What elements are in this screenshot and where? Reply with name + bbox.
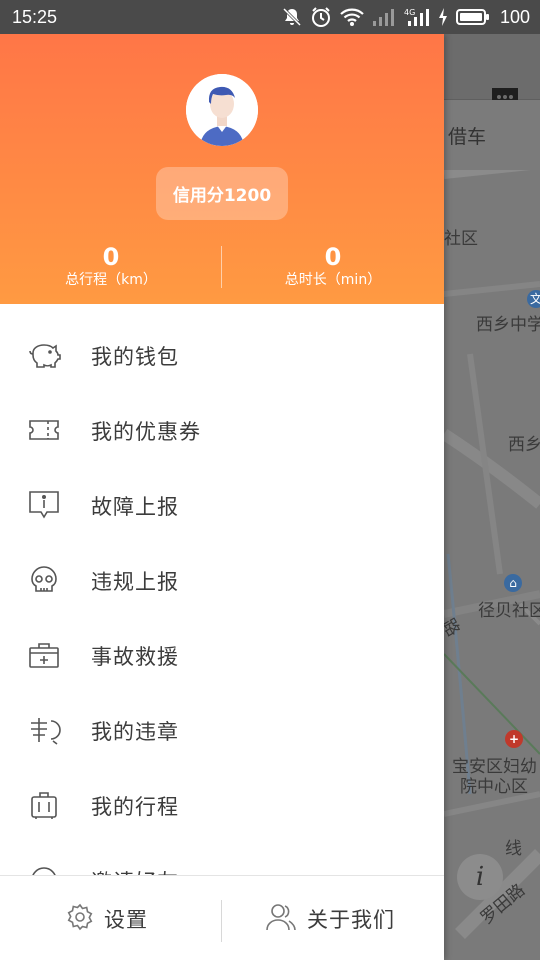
credit-score-button[interactable]: 信用分1200 [156,167,288,220]
about-us-button[interactable]: 关于我们 [265,876,395,960]
svg-text:4G: 4G [404,8,415,17]
stat-total-duration: 0 总时长（min） [222,244,444,289]
violation-icon [27,713,61,747]
search-hint: 借车 [448,126,487,148]
menu-label-violation-report: 违规上报 [91,570,179,594]
charging-icon [438,8,448,26]
menu-item-accident-rescue[interactable]: 事故救援 [0,617,444,692]
settings-label: 设置 [104,907,148,932]
map-search-bar[interactable]: 借车 [444,100,540,170]
drawer-footer: 设置 关于我们 [0,875,444,960]
status-bar: 15:25 4G 100 [0,0,540,34]
drawer-menu: 我的钱包 我的优惠券 故障上报 违规上报 事故救援 我的违章 我的行程 [0,317,444,917]
alarm-icon [310,6,332,28]
menu-item-fault-report[interactable]: 故障上报 [0,467,444,542]
community-marker-icon: ⌂ [504,574,522,592]
drawer-header: 信用分1200 0 总行程（km） 0 总时长（min） [0,34,444,304]
navigation-drawer: 信用分1200 0 总行程（km） 0 总时长（min） 我的钱包 我的优惠券 … [0,34,444,960]
menu-item-my-violations[interactable]: 我的违章 [0,692,444,767]
skull-icon [27,563,61,597]
footer-divider [221,900,222,942]
map-label-hospital-2: 院中心区 [460,777,528,797]
credit-score-label: 信用分1200 [172,186,272,206]
battery-icon [455,8,490,26]
map-label-community: 社区 [444,229,478,249]
people-icon [265,902,297,936]
gear-icon [66,903,94,935]
menu-item-my-trips[interactable]: 我的行程 [0,767,444,842]
map-label-xixiang: 西乡 [508,435,540,455]
menu-item-violation-report[interactable]: 违规上报 [0,542,444,617]
menu-item-coupons[interactable]: 我的优惠券 [0,392,444,467]
menu-label-coupons: 我的优惠券 [91,420,201,444]
map-label-school: 西乡中学 [476,315,540,335]
wifi-icon [340,7,364,27]
stat-duration-value: 0 [324,243,342,271]
status-time: 15:25 [12,6,58,27]
signal-weak-icon [372,7,396,27]
settings-button[interactable]: 设置 [66,876,148,960]
coupon-ticket-icon [27,413,61,447]
battery-percent: 100 [499,6,530,27]
menu-label-my-trips: 我的行程 [91,795,179,819]
menu-item-wallet[interactable]: 我的钱包 [0,317,444,392]
stat-duration-label: 总时长（min） [284,272,382,288]
school-marker-icon: 文 [527,290,540,308]
stat-total-distance: 0 总行程（km） [0,244,222,289]
map-label-jingbei: 径贝社区 [478,601,540,621]
piggy-bank-icon [27,338,61,372]
stat-distance-label: 总行程（km） [65,272,157,288]
about-us-label: 关于我们 [307,907,395,932]
bell-muted-icon [282,7,302,27]
map-label-line: 线 [505,839,522,859]
signal-4g-icon: 4G [404,7,430,27]
menu-label-wallet: 我的钱包 [91,345,179,369]
hospital-marker-icon: + [505,730,523,748]
luggage-icon [27,788,61,822]
menu-label-my-violations: 我的违章 [91,720,179,744]
status-icons: 4G 100 [282,6,530,28]
avatar[interactable] [186,74,258,146]
info-bubble-icon [27,488,61,522]
first-aid-kit-icon [27,638,61,672]
stat-distance-value: 0 [102,243,120,271]
menu-label-accident-rescue: 事故救援 [91,645,179,669]
app-screen: 15:25 4G 100 借车 社区 文 西乡中学 西乡 ⌂ 径贝社区 路 + … [0,0,540,960]
menu-label-fault-report: 故障上报 [91,495,179,519]
